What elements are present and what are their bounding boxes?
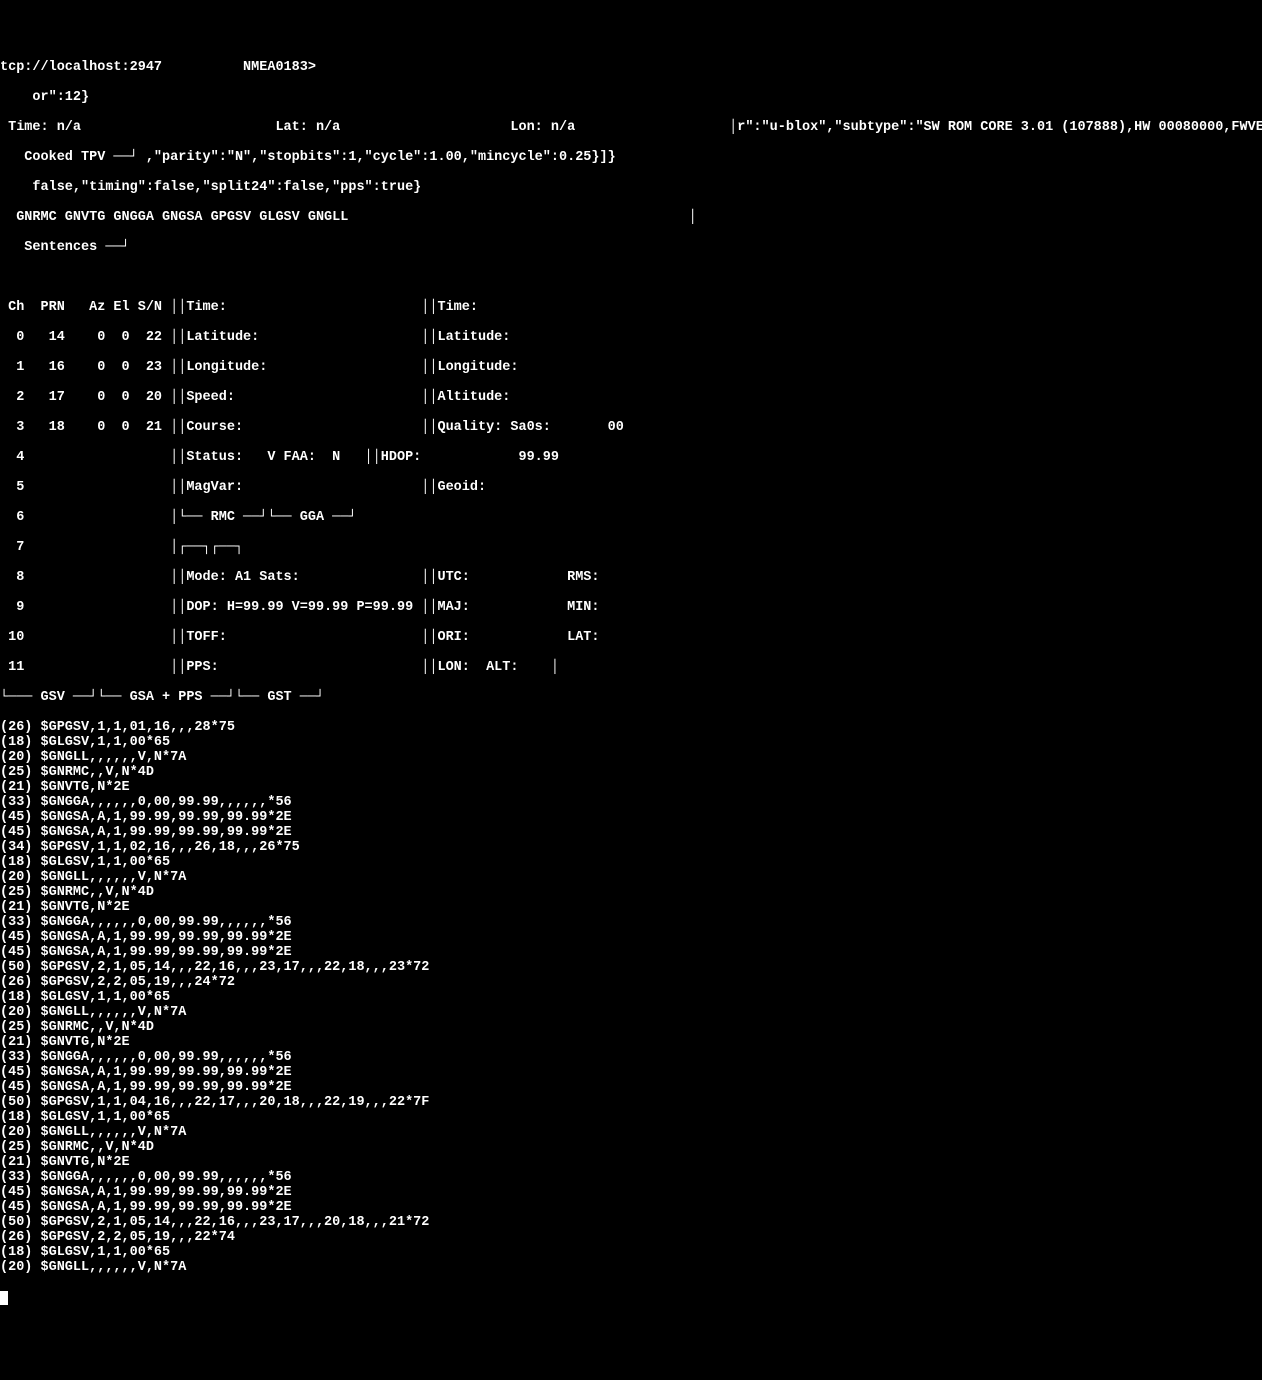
url-text: tcp://localhost:2947: [0, 60, 162, 75]
table-row: 6 │└── RMC ──┘└── GGA ──┘: [0, 510, 1262, 525]
nmea-sentence-list: (26) $GPGSV,1,1,01,16,,,28*75(18) $GLGSV…: [0, 720, 1262, 1275]
nmea-sentence: (18) $GLGSV,1,1,00*65: [0, 990, 1262, 1005]
nmea-sentence: (33) $GNGGA,,,,,,0,00,99.99,,,,,,*56: [0, 1050, 1262, 1065]
table-row: 1 16 0 0 23 ││Longitude: ││Longitude:: [0, 360, 1262, 375]
table-row: 11 ││PPS: ││LON: ALT: │: [0, 660, 1262, 675]
nmea-sentence: (25) $GNRMC,,V,N*4D: [0, 1020, 1262, 1035]
table-row: 10 ││TOFF: ││ORI: LAT:: [0, 630, 1262, 645]
nmea-sentence: (20) $GNGLL,,,,,,V,N*7A: [0, 750, 1262, 765]
nmea-sentence: (18) $GLGSV,1,1,00*65: [0, 855, 1262, 870]
nmea-sentence: (25) $GNRMC,,V,N*4D: [0, 765, 1262, 780]
time-lat-lon-line: Time: n/a Lat: n/a Lon: n/a │r":"u-blox"…: [0, 120, 1262, 135]
false-line: false,"timing":false,"split24":false,"pp…: [0, 180, 1262, 195]
gnrmc-line: GNRMC GNVTG GNGGA GNGSA GPGSV GLGSV GNGL…: [0, 210, 1262, 225]
nmea-sentence: (25) $GNRMC,,V,N*4D: [0, 1140, 1262, 1155]
table-row: 9 ││DOP: H=99.99 V=99.99 P=99.99 ││MAJ: …: [0, 600, 1262, 615]
nmea-sentence: (50) $GPGSV,1,1,04,16,,,22,17,,,20,18,,,…: [0, 1095, 1262, 1110]
nmea-sentence: (18) $GLGSV,1,1,00*65: [0, 735, 1262, 750]
nmea-sentence: (20) $GNGLL,,,,,,V,N*7A: [0, 1125, 1262, 1140]
nmea-sentence: (45) $GNGSA,A,1,99.99,99.99,99.99*2E: [0, 930, 1262, 945]
nmea-sentence: (26) $GPGSV,2,2,05,19,,,22*74: [0, 1230, 1262, 1245]
table-row: 8 ││Mode: A1 Sats: ││UTC: RMS:: [0, 570, 1262, 585]
nmea-sentence: (21) $GNVTG,N*2E: [0, 780, 1262, 795]
table-row: 5 ││MagVar: ││Geoid:: [0, 480, 1262, 495]
nmea-sentence: (20) $GNGLL,,,,,,V,N*7A: [0, 1005, 1262, 1020]
nmea-sentence: (45) $GNGSA,A,1,99.99,99.99,99.99*2E: [0, 825, 1262, 840]
nmea-sentence: (21) $GNVTG,N*2E: [0, 1035, 1262, 1050]
nmea-sentence: (50) $GPGSV,2,1,05,14,,,22,16,,,23,17,,,…: [0, 1215, 1262, 1230]
protocol-text: NMEA0183>: [243, 60, 316, 75]
blank-line: [0, 270, 1262, 285]
table-header: Ch PRN Az El S/N ││Time: ││Time:: [0, 300, 1262, 315]
table-row: 0 14 0 0 22 ││Latitude: ││Latitude:: [0, 330, 1262, 345]
table-row: 2 17 0 0 20 ││Speed: ││Altitude:: [0, 390, 1262, 405]
nmea-sentence: (21) $GNVTG,N*2E: [0, 1155, 1262, 1170]
nmea-sentence: (26) $GPGSV,1,1,01,16,,,28*75: [0, 720, 1262, 735]
nmea-sentence: (26) $GPGSV,2,2,05,19,,,24*72: [0, 975, 1262, 990]
cooked-tpv-line: Cooked TPV ──┘ ,"parity":"N","stopbits":…: [0, 150, 1262, 165]
table-footer: └─── GSV ──┘└── GSA + PPS ──┘└── GST ──┘: [0, 690, 1262, 705]
header-line: tcp://localhost:2947 NMEA0183>: [0, 60, 1262, 75]
table-row: 3 18 0 0 21 ││Course: ││Quality: Sa0s: 0…: [0, 420, 1262, 435]
or-line: or":12}: [0, 90, 1262, 105]
nmea-sentence: (45) $GNGSA,A,1,99.99,99.99,99.99*2E: [0, 1200, 1262, 1215]
nmea-sentence: (33) $GNGGA,,,,,,0,00,99.99,,,,,,*56: [0, 795, 1262, 810]
nmea-sentence: (25) $GNRMC,,V,N*4D: [0, 885, 1262, 900]
nmea-sentence: (45) $GNGSA,A,1,99.99,99.99,99.99*2E: [0, 1080, 1262, 1095]
nmea-sentence: (18) $GLGSV,1,1,00*65: [0, 1110, 1262, 1125]
nmea-sentence: (33) $GNGGA,,,,,,0,00,99.99,,,,,,*56: [0, 1170, 1262, 1185]
nmea-sentence: (50) $GPGSV,2,1,05,14,,,22,16,,,23,17,,,…: [0, 960, 1262, 975]
nmea-sentence: (21) $GNVTG,N*2E: [0, 900, 1262, 915]
nmea-sentence: (34) $GPGSV,1,1,02,16,,,26,18,,,26*75: [0, 840, 1262, 855]
nmea-sentence: (20) $GNGLL,,,,,,V,N*7A: [0, 1260, 1262, 1275]
nmea-sentence: (20) $GNGLL,,,,,,V,N*7A: [0, 870, 1262, 885]
table-row: 4 ││Status: V FAA: N ││HDOP: 99.99: [0, 450, 1262, 465]
terminal-cursor: [0, 1291, 8, 1305]
table-row: 7 │┌──┐┌──┐: [0, 540, 1262, 555]
sentences-label-line: Sentences ──┘: [0, 240, 1262, 255]
nmea-sentence: (18) $GLGSV,1,1,00*65: [0, 1245, 1262, 1260]
nmea-sentence: (45) $GNGSA,A,1,99.99,99.99,99.99*2E: [0, 810, 1262, 825]
nmea-sentence: (45) $GNGSA,A,1,99.99,99.99,99.99*2E: [0, 1185, 1262, 1200]
nmea-sentence: (33) $GNGGA,,,,,,0,00,99.99,,,,,,*56: [0, 915, 1262, 930]
nmea-sentence: (45) $GNGSA,A,1,99.99,99.99,99.99*2E: [0, 945, 1262, 960]
nmea-sentence: (45) $GNGSA,A,1,99.99,99.99,99.99*2E: [0, 1065, 1262, 1080]
cursor-line: [0, 1290, 1262, 1305]
